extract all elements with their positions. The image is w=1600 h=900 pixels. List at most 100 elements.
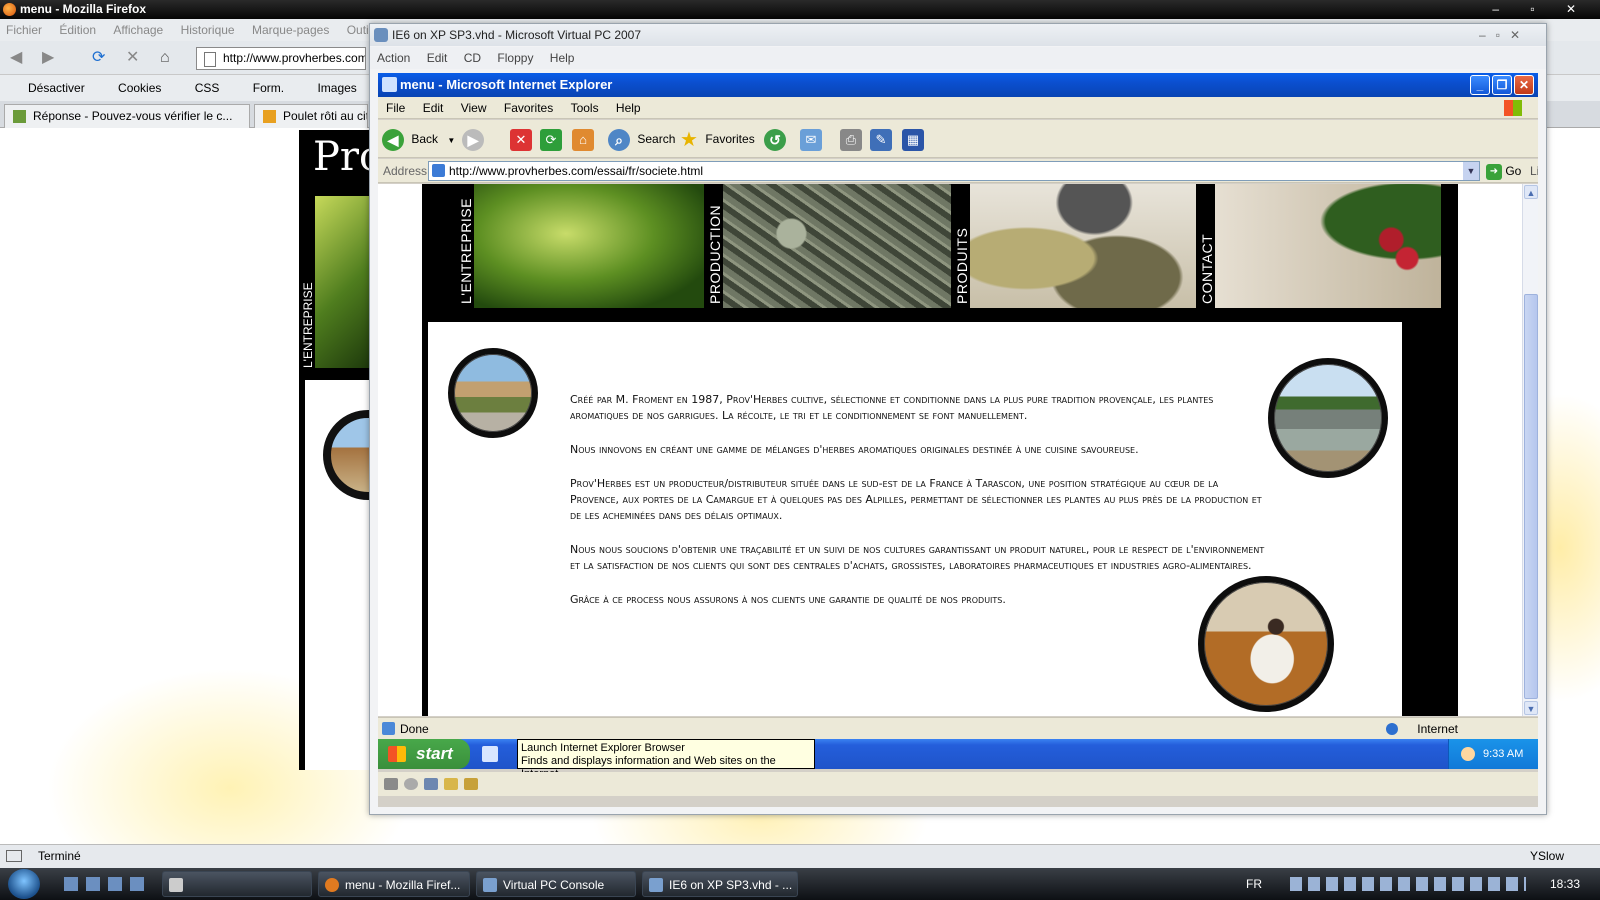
vista-clock[interactable]: 18:33 [1550,877,1580,891]
taskbar-ie6-vhd[interactable]: IE6 on XP SP3.vhd - ... [642,871,798,897]
home-icon: ⌂ [572,128,594,151]
nav-label-entreprise[interactable]: L'ENTREPRISE [301,282,315,368]
edit-button[interactable]: ✎ [870,126,892,152]
network-icon[interactable] [384,778,398,790]
home-button[interactable]: ⌂ [572,126,594,152]
start-button[interactable]: start [378,739,470,769]
bookmark-form[interactable]: Form. [253,81,284,95]
vpc-menu-floppy[interactable]: Floppy [497,51,533,65]
back-arrow-icon: ◀ [382,128,404,151]
taskbar-label: IE6 on XP SP3.vhd - ... [669,878,793,892]
home-icon[interactable]: ⌂ [160,47,170,69]
bookmark-css[interactable]: CSS [195,81,220,95]
scroll-thumb[interactable] [1524,294,1538,699]
links-button[interactable]: Links [1530,159,1538,183]
refresh-button[interactable]: ⟳ [540,126,562,152]
ie-menu-view[interactable]: View [461,101,487,115]
search-button[interactable]: ⌕ Search [608,126,675,152]
status-icon [6,850,22,862]
ff-menu-edition[interactable]: Édition [59,23,96,37]
house-photo [448,348,538,438]
firefox-window-controls[interactable]: – ▫ ✕ [1492,0,1590,19]
firefox-status-bar: Terminé YSlow [0,844,1600,868]
ff-menu-affichage[interactable]: Affichage [113,23,163,37]
address-label: Address [383,164,428,178]
tray-icon[interactable] [1461,747,1475,761]
bookmark-images[interactable]: Images [317,81,356,95]
ie-quicklaunch-icon[interactable] [482,746,498,762]
ff-menu-marque-pages[interactable]: Marque-pages [252,23,329,37]
start-orb[interactable] [8,869,40,899]
windows-taskbar: menu - Mozilla Firef... Virtual PC Conso… [0,868,1600,900]
vpc-window-controls[interactable]: –▫✕ [1479,24,1530,46]
firefox-page-preview: Prov L'ENTREPRISE [299,130,369,770]
stop-icon[interactable]: ✕ [126,47,139,69]
bookmark-cookies[interactable]: Cookies [118,81,161,95]
nav-panel-production[interactable]: PRODUCTION [705,184,951,308]
nav-panel-entreprise[interactable]: L'ENTREPRISE [456,184,704,308]
ie-menu-tools[interactable]: Tools [571,101,599,115]
tray-icons[interactable] [1290,877,1526,891]
reload-icon[interactable]: ⟳ [92,47,105,69]
messenger-button[interactable]: ▦ [902,126,924,152]
ie-menu-edit[interactable]: Edit [423,101,444,115]
yslow-label[interactable]: YSlow [1530,845,1564,867]
ff-menu-historique[interactable]: Historique [181,23,235,37]
history-button[interactable]: ↺ [764,126,786,152]
paragraph: Créé par M. Froment en 1987, Prov'Herbes… [570,393,1214,422]
ie-status-text: Done [400,722,429,736]
company-description: Créé par M. Froment en 1987, Prov'Herbes… [570,392,1270,626]
ie-menu-file[interactable]: File [386,101,405,115]
taskbar-blank[interactable] [162,871,312,897]
taskbar-firefox[interactable]: menu - Mozilla Firef... [318,871,470,897]
vpc-menu-cd[interactable]: CD [464,51,481,65]
favorites-button[interactable]: ★ Favorites [678,126,755,152]
tab-reponse[interactable]: Réponse - Pouvez-vous vérifier le c... [4,104,250,128]
address-input[interactable]: http://www.provherbes.com/essai/fr/socie… [428,161,1480,181]
go-button[interactable]: ➜ Go [1486,159,1521,183]
forward-button[interactable]: ▶ [462,126,484,152]
forward-icon[interactable]: ▶ [42,47,54,69]
floppy-icon[interactable] [424,778,438,790]
language-indicator[interactable]: FR [1246,877,1262,891]
vpc-icon [374,28,388,42]
print-button[interactable]: ⎙ [840,126,862,152]
tooltip: Launch Internet Explorer Browser Finds a… [517,739,815,780]
back-icon[interactable]: ◀ [10,47,22,69]
chevron-down-icon[interactable]: ▼ [447,136,455,145]
restore-button[interactable]: ❐ [1492,75,1512,95]
window-icon [169,878,183,892]
cd-icon[interactable] [404,778,418,790]
ff-menu-fichier[interactable]: Fichier [6,23,42,37]
tab-poulet[interactable]: Poulet rôti au cit [254,104,368,128]
vertical-scrollbar[interactable]: ▲ ▼ [1522,184,1538,716]
ie-menubar: File Edit View Favorites Tools Help [378,97,1538,119]
vpc-window-title: IE6 on XP SP3.vhd - Microsoft Virtual PC… [392,28,642,42]
vpc-menu-help[interactable]: Help [550,51,575,65]
nav-panel-contact[interactable]: CONTACT [1197,184,1441,308]
taskbar-vpc-console[interactable]: Virtual PC Console [476,871,636,897]
nav-panel-produits[interactable]: PRODUITS [952,184,1196,308]
firefox-url-field[interactable]: http://www.provherbes.com [196,47,366,70]
scroll-down-icon[interactable]: ▼ [1524,701,1538,715]
folder-icon[interactable] [444,778,458,790]
drive-icon[interactable] [464,778,478,790]
ie-menu-favorites[interactable]: Favorites [504,101,553,115]
back-button[interactable]: ◀ Back ▼ [382,126,455,152]
scroll-up-icon[interactable]: ▲ [1524,185,1538,199]
back-label: Back [411,132,439,146]
bookmark-desactiver[interactable]: Désactiver [28,81,85,95]
vpc-menu-edit[interactable]: Edit [427,51,448,65]
edit-icon: ✎ [870,128,892,151]
ie-menu-help[interactable]: Help [616,101,641,115]
close-button[interactable]: ✕ [1514,75,1534,95]
quick-launch-icons[interactable] [64,877,150,891]
content-area: Créé par M. Froment en 1987, Prov'Herbes… [428,322,1402,716]
vpc-menu-action[interactable]: Action [377,51,410,65]
stop-button[interactable]: ✕ [510,126,532,152]
mail-button[interactable]: ✉ [800,126,822,152]
minimize-button[interactable]: _ [1470,75,1490,95]
xp-clock[interactable]: 9:33 AM [1483,748,1523,760]
chevron-down-icon[interactable]: ▼ [1463,162,1479,180]
ie-page-viewport: L'ENTREPRISE PRODUCTION PRODUITS CONTACT [378,184,1522,716]
